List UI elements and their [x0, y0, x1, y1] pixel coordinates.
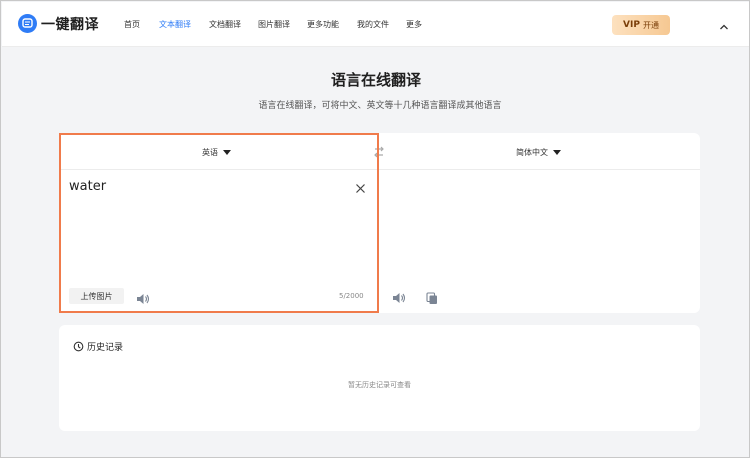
nav-more[interactable]: 更多	[406, 19, 422, 30]
brand-name[interactable]: 一键翻译	[41, 14, 99, 34]
copy-icon[interactable]	[426, 290, 438, 304]
nav-text-translate[interactable]: 文本翻译	[159, 19, 191, 30]
swap-languages-icon[interactable]	[373, 144, 385, 158]
character-counter: 5/2000	[339, 292, 364, 300]
nav-document-translate[interactable]: 文档翻译	[209, 19, 241, 30]
source-text-input[interactable]: water	[69, 179, 106, 194]
translator-panel	[59, 133, 700, 313]
target-language-select[interactable]: 简体中文	[516, 147, 561, 158]
history-title: 历史记录	[87, 343, 124, 353]
history-icon	[73, 341, 84, 352]
nav-home[interactable]: 首页	[124, 19, 140, 30]
close-icon[interactable]	[355, 179, 366, 193]
history-empty-message: 暂无历史记录可查看	[348, 381, 411, 389]
page-title: 语言在线翻译	[330, 71, 421, 89]
speaker-icon[interactable]	[136, 290, 150, 304]
chevron-up-icon[interactable]	[718, 18, 730, 30]
vip-button[interactable]: VIP 开通	[612, 15, 670, 35]
target-language-label: 简体中文	[516, 148, 548, 157]
logo-icon[interactable]	[18, 14, 37, 33]
source-language-select[interactable]: 英语	[202, 147, 231, 158]
history-panel	[59, 325, 700, 431]
vip-label: VIP	[623, 20, 640, 30]
caret-down-icon	[223, 150, 231, 155]
nav-image-translate[interactable]: 图片翻译	[258, 19, 290, 30]
nav-my-files[interactable]: 我的文件	[357, 19, 389, 30]
upload-image-button[interactable]: 上传图片	[69, 288, 124, 304]
caret-down-icon	[553, 150, 561, 155]
page-subtitle: 语言在线翻译，可将中文、英文等十几种语言翻译成其他语言	[258, 101, 502, 111]
language-bar-divider	[59, 169, 700, 170]
vip-action-label: 开通	[642, 20, 659, 30]
nav-more-features[interactable]: 更多功能	[307, 19, 339, 30]
speaker-icon[interactable]	[392, 289, 406, 303]
source-language-label: 英语	[202, 148, 218, 157]
history-header: 历史记录	[73, 340, 123, 353]
app-window: 一键翻译 首页 文本翻译 文档翻译 图片翻译 更多功能 我的文件 更多 VIP …	[0, 0, 750, 458]
